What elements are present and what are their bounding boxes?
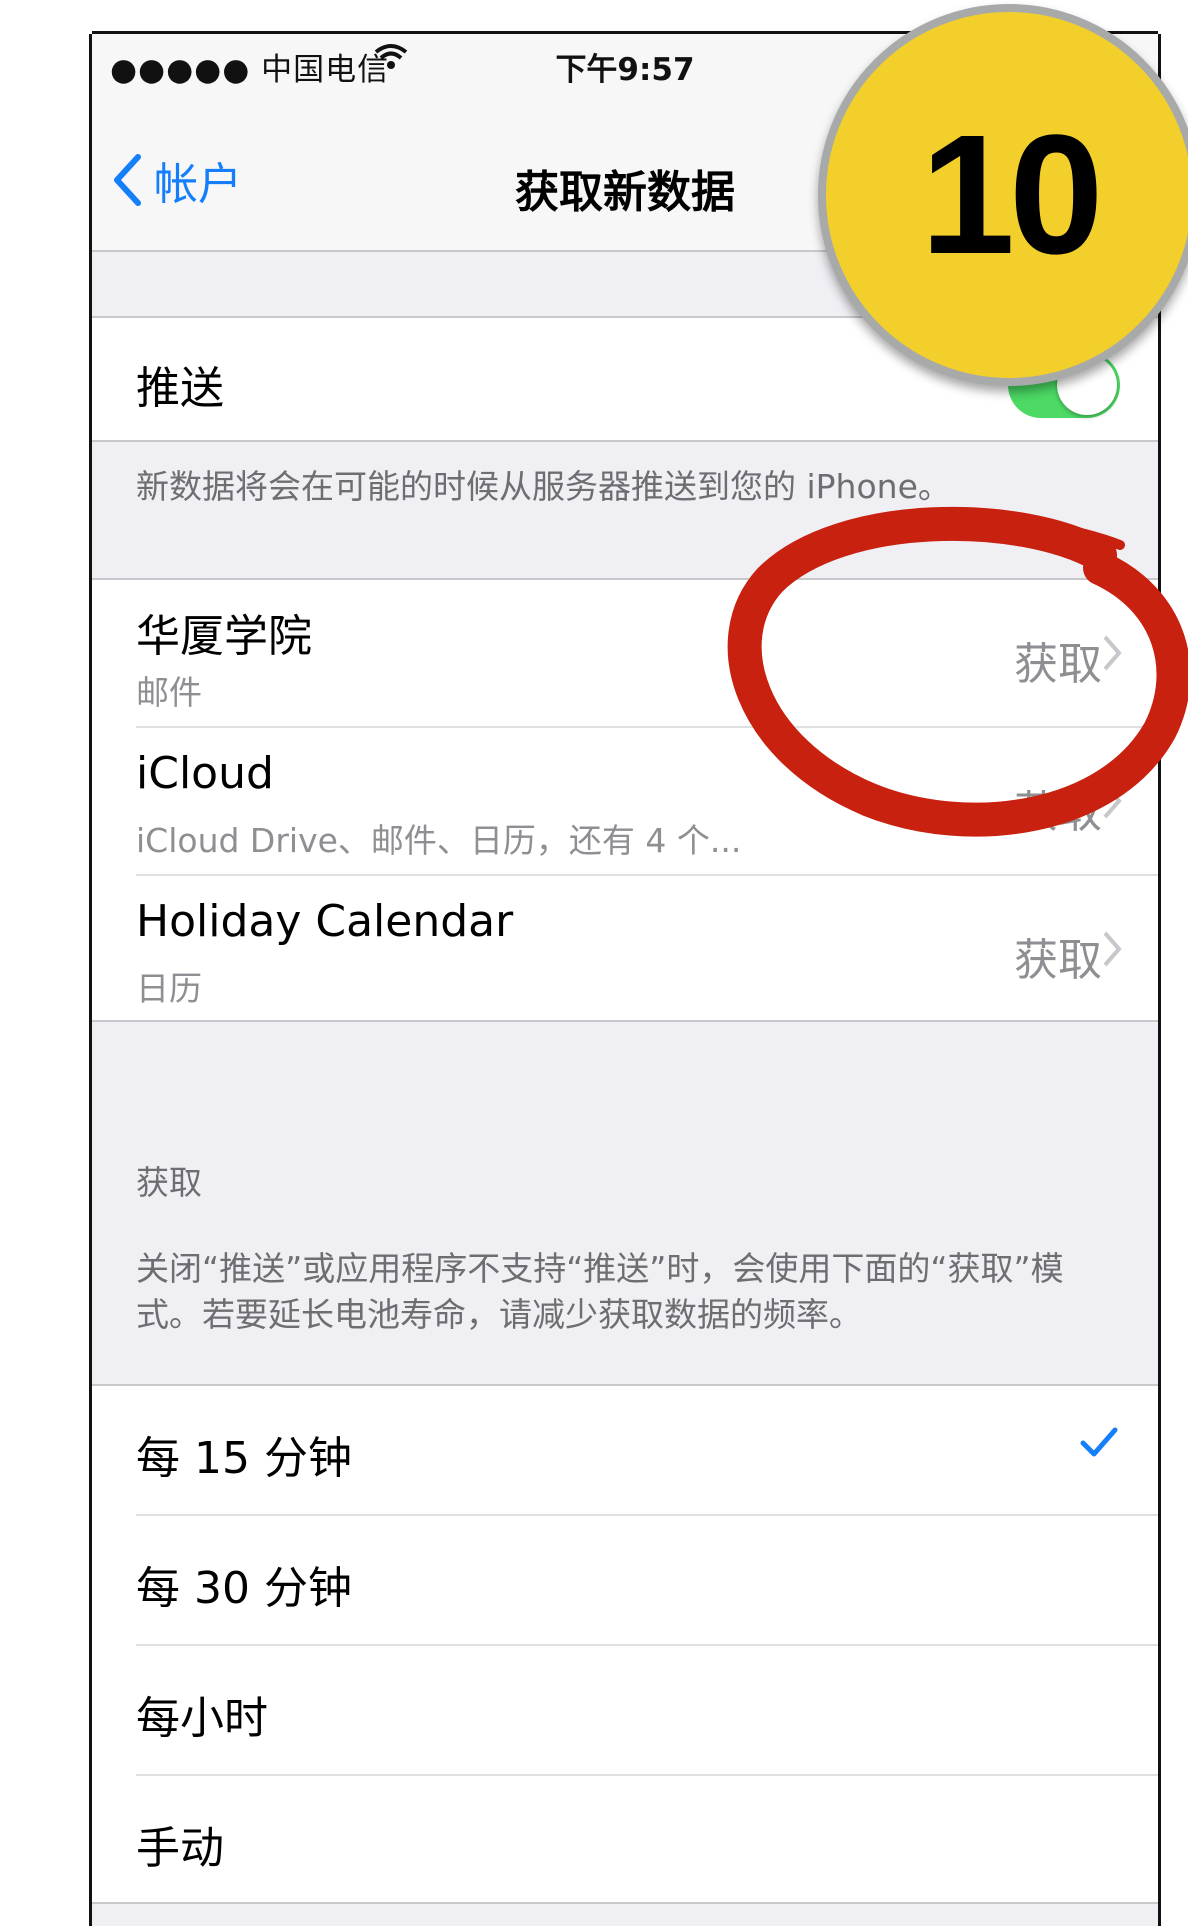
step-number: 10 (920, 100, 1103, 290)
fetch-options-group: 每 15 分钟 每 30 分钟 每小时 手动 (92, 1384, 1158, 1904)
fetch-note: 关闭“推送”或应用程序不支持“推送”时，会使用下面的“获取”模式。若要延长电池寿… (136, 1249, 1064, 1335)
fetch-option[interactable]: 每 30 分钟 (136, 1516, 1158, 1646)
fetch-option-label: 每 30 分钟 (136, 1563, 352, 1614)
push-label: 推送 (136, 363, 224, 414)
fetch-option-label: 手动 (136, 1823, 224, 1874)
account-row[interactable]: Holiday Calendar 日历 获取 (136, 876, 1158, 1022)
account-services: 邮件 (136, 673, 202, 712)
account-name: iCloud (136, 748, 274, 799)
account-services: iCloud Drive、邮件、日历，还有 4 个... (136, 821, 742, 860)
fetch-option[interactable]: 每小时 (136, 1646, 1158, 1776)
fetch-option[interactable]: 手动 (136, 1776, 1158, 1904)
fetch-option[interactable]: 每 15 分钟 (136, 1386, 1158, 1516)
step-badge: 10 (818, 4, 1188, 386)
account-name: Holiday Calendar (136, 896, 514, 947)
account-services: 日历 (136, 969, 202, 1008)
checkmark-icon (1080, 1427, 1118, 1457)
fetch-option-label: 每小时 (136, 1693, 268, 1744)
account-mode: 获取 (1014, 935, 1102, 986)
fetch-header: 获取 (136, 1163, 202, 1202)
annotation-circle (727, 506, 1188, 837)
chevron-right-icon (1103, 931, 1122, 967)
fetch-option-label: 每 15 分钟 (136, 1433, 352, 1484)
account-name: 华厦学院 (136, 611, 312, 662)
